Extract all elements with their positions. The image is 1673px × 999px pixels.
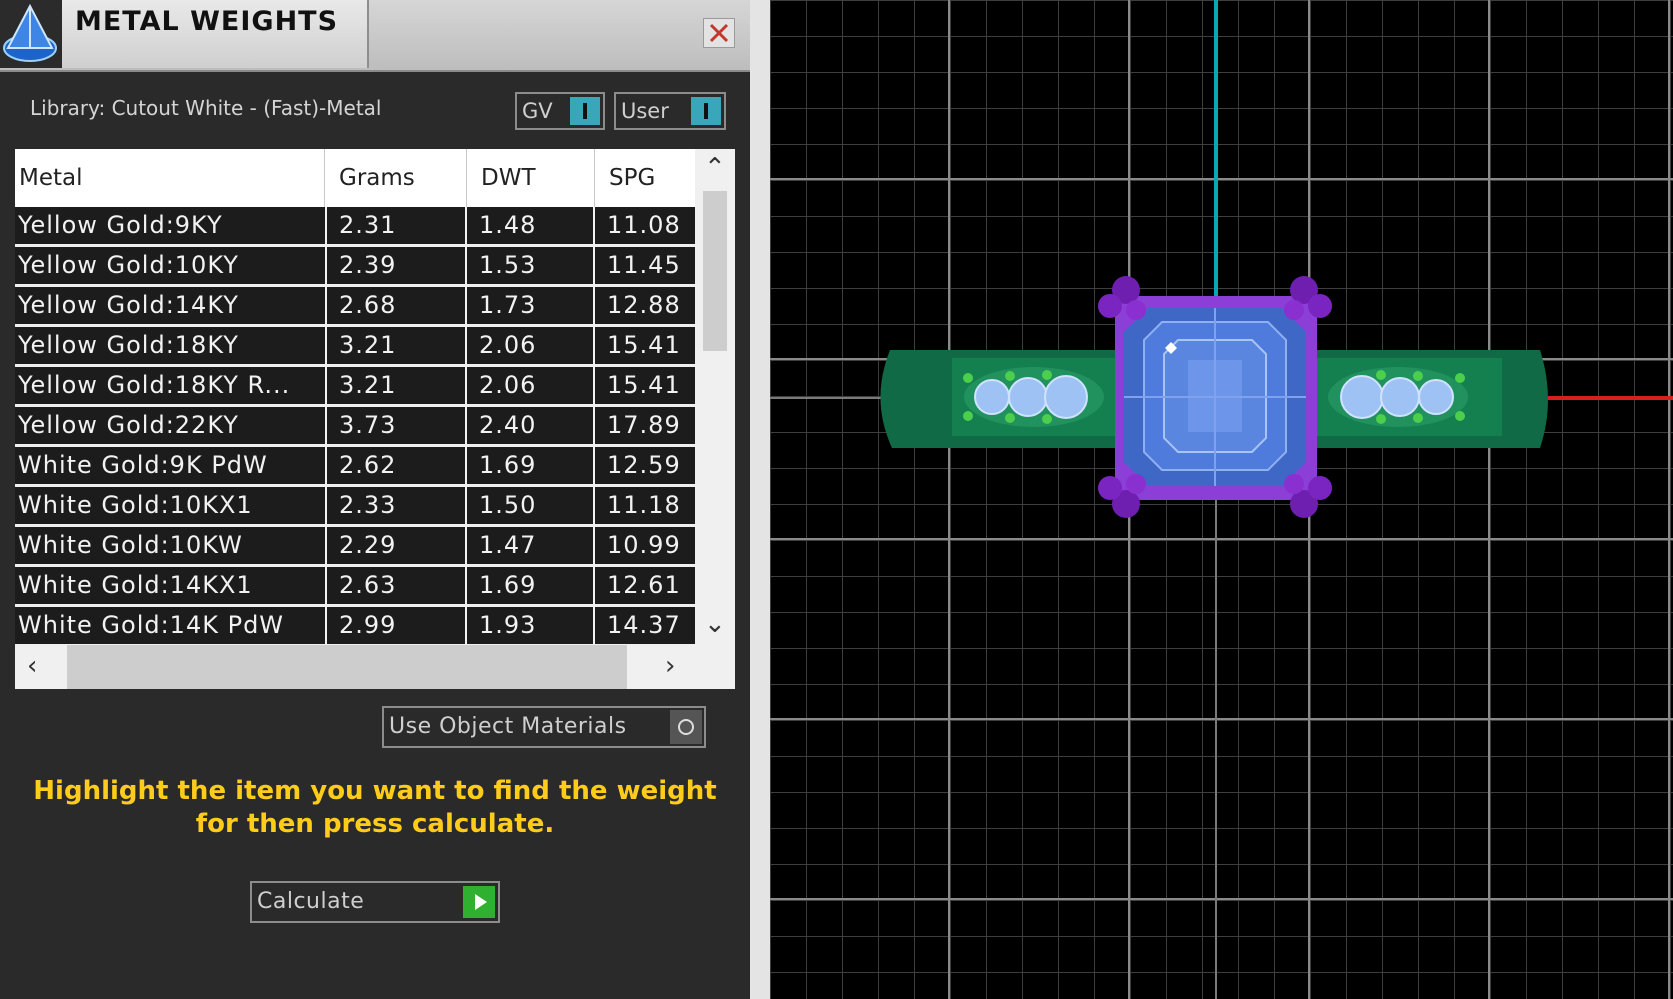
cell-metal: Yellow Gold:18KY: [15, 327, 325, 364]
cell-spg: 15.41: [595, 327, 695, 364]
cell-spg: 15.41: [595, 367, 695, 404]
table-body: Yellow Gold:9KY 2.31 1.48 11.08 Yellow Gold:…: [15, 207, 695, 645]
chevron-down-icon[interactable]: ⌄: [704, 609, 726, 639]
column-header-grams[interactable]: Grams: [325, 149, 467, 207]
table-row[interactable]: White Gold:10KW 2.29 1.47 10.99: [15, 527, 695, 567]
cell-grams: 2.33: [327, 487, 465, 524]
cell-metal: Yellow Gold:14KY: [15, 287, 325, 324]
calculate-button[interactable]: Calculate: [250, 881, 500, 923]
cell-dwt: 1.53: [467, 247, 593, 284]
cell-dwt: 1.50: [467, 487, 593, 524]
toggle-switch-icon: [570, 97, 600, 125]
user-toggle[interactable]: User: [614, 92, 726, 130]
cell-metal: White Gold:10KW: [15, 527, 325, 564]
table-row[interactable]: Yellow Gold:9KY 2.31 1.48 11.08: [15, 207, 695, 247]
cell-dwt: 2.40: [467, 407, 593, 444]
library-label: Library: Cutout White - (Fast)-Metal: [30, 96, 382, 120]
cell-grams: 3.21: [327, 367, 465, 404]
table-row[interactable]: White Gold:14KX1 2.63 1.69 12.61: [15, 567, 695, 607]
cell-metal: Yellow Gold:10KY: [15, 247, 325, 284]
cell-dwt: 1.93: [467, 607, 593, 644]
table-row[interactable]: Yellow Gold:18KY 3.21 2.06 15.41: [15, 327, 695, 367]
user-toggle-label: User: [621, 99, 669, 123]
instruction-text: Highlight the item you want to find the …: [33, 776, 717, 839]
cell-dwt: 1.48: [467, 207, 593, 244]
cell-grams: 2.29: [327, 527, 465, 564]
3d-viewport[interactable]: [770, 0, 1673, 999]
cell-dwt: 1.69: [467, 567, 593, 604]
cell-grams: 2.31: [327, 207, 465, 244]
metal-weights-table: Metal Grams DWT SPG Yellow Gold:9KY 2.31 1…: [15, 149, 735, 689]
cell-dwt: 2.06: [467, 327, 593, 364]
splitter[interactable]: [750, 0, 770, 999]
cell-metal: White Gold:14K PdW: [15, 607, 325, 644]
table-row[interactable]: Yellow Gold:10KY 2.39 1.53 11.45: [15, 247, 695, 287]
cell-grams: 3.21: [327, 327, 465, 364]
cell-dwt: 2.06: [467, 367, 593, 404]
radio-knob-icon: [670, 710, 702, 744]
cell-spg: 14.37: [595, 607, 695, 644]
cell-metal: Yellow Gold:9KY: [15, 207, 325, 244]
horizontal-scroll-thumb[interactable]: [67, 645, 627, 689]
table-row[interactable]: White Gold:10KX1 2.33 1.50 11.18: [15, 487, 695, 527]
cell-grams: 2.99: [327, 607, 465, 644]
cell-metal: Yellow Gold:22KY: [15, 407, 325, 444]
cell-dwt: 1.47: [467, 527, 593, 564]
calculate-label: Calculate: [257, 889, 365, 914]
horizontal-scrollbar[interactable]: ‹ ›: [15, 645, 735, 689]
chevron-up-icon[interactable]: ⌃: [704, 153, 726, 183]
cell-metal: White Gold:14KX1: [15, 567, 325, 604]
vertical-scroll-thumb[interactable]: [703, 191, 727, 351]
use-object-materials-label: Use Object Materials: [389, 714, 627, 739]
ring-model: [770, 0, 1673, 999]
cell-grams: 2.63: [327, 567, 465, 604]
cell-spg: 10.99: [595, 527, 695, 564]
cell-grams: 2.39: [327, 247, 465, 284]
metal-weights-panel: METAL WEIGHTS Library: Cutout White - (F…: [0, 0, 750, 999]
title-bar[interactable]: METAL WEIGHTS: [0, 0, 750, 72]
cell-spg: 12.61: [595, 567, 695, 604]
cell-metal: White Gold:10KX1: [15, 487, 325, 524]
cell-spg: 12.59: [595, 447, 695, 484]
column-header-dwt[interactable]: DWT: [467, 149, 595, 207]
column-header-metal[interactable]: Metal: [15, 149, 325, 207]
gv-toggle[interactable]: GV: [515, 92, 605, 130]
cell-spg: 11.18: [595, 487, 695, 524]
cell-spg: 11.08: [595, 207, 695, 244]
table-row[interactable]: Yellow Gold:14KY 2.68 1.73 12.88: [15, 287, 695, 327]
table-row[interactable]: Yellow Gold:18KY R... 3.21 2.06 15.41: [15, 367, 695, 407]
toggle-switch-icon: [691, 97, 721, 125]
column-header-spg[interactable]: SPG: [595, 149, 695, 207]
cone-logo-icon: [0, 0, 62, 68]
center-stone: [1115, 296, 1317, 500]
cell-spg: 11.45: [595, 247, 695, 284]
cell-grams: 3.73: [327, 407, 465, 444]
chevron-left-icon[interactable]: ‹: [27, 651, 37, 681]
gv-toggle-label: GV: [522, 99, 553, 123]
cell-metal: White Gold:9K PdW: [15, 447, 325, 484]
cell-metal: Yellow Gold:18KY R...: [15, 367, 325, 404]
table-header: Metal Grams DWT SPG: [15, 149, 695, 207]
cell-spg: 12.88: [595, 287, 695, 324]
chevron-right-icon[interactable]: ›: [665, 651, 675, 681]
cell-grams: 2.68: [327, 287, 465, 324]
play-arrow-icon: [463, 886, 495, 918]
panel-title: METAL WEIGHTS: [75, 6, 339, 37]
cell-dwt: 1.69: [467, 447, 593, 484]
cell-spg: 17.89: [595, 407, 695, 444]
vertical-scrollbar[interactable]: ⌃ ⌄: [695, 149, 735, 645]
table-row[interactable]: Yellow Gold:22KY 3.73 2.40 17.89: [15, 407, 695, 447]
table-row[interactable]: White Gold:9K PdW 2.62 1.69 12.59: [15, 447, 695, 487]
close-icon[interactable]: [703, 18, 735, 48]
use-object-materials-toggle[interactable]: Use Object Materials: [382, 706, 706, 748]
cell-grams: 2.62: [327, 447, 465, 484]
cell-dwt: 1.73: [467, 287, 593, 324]
table-row[interactable]: White Gold:14K PdW 2.99 1.93 14.37: [15, 607, 695, 645]
